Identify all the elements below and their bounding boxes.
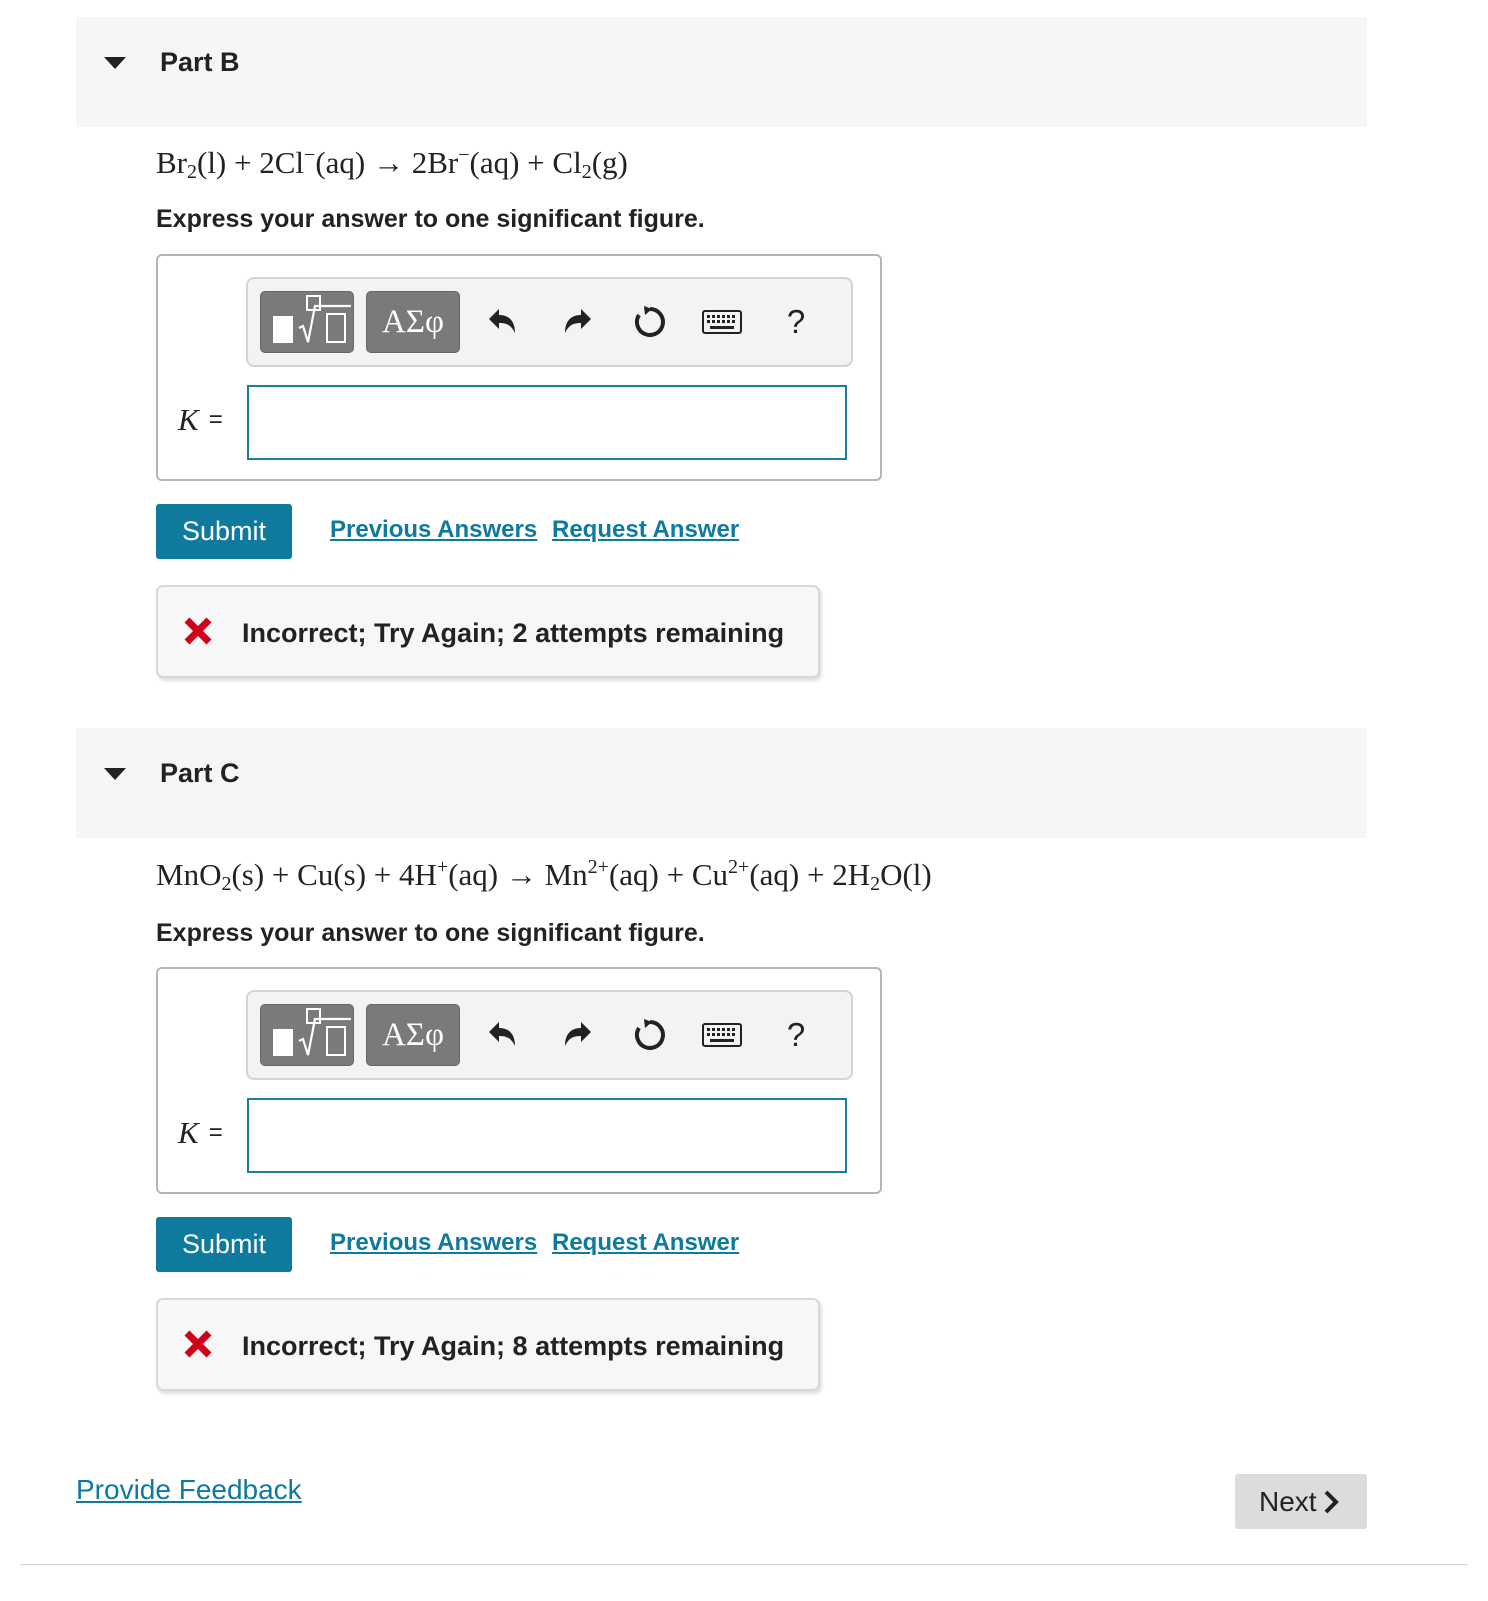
previous-answers-link[interactable]: Previous Answers xyxy=(330,516,537,544)
templates-icon xyxy=(273,1008,351,1056)
feedback-text: Incorrect; Try Again; 8 attempts remaini… xyxy=(242,1331,785,1361)
request-answer-link[interactable]: Request Answer xyxy=(552,1229,739,1257)
templates-button[interactable] xyxy=(260,1004,354,1066)
next-button[interactable]: Next xyxy=(1235,1474,1367,1529)
equals-sign: = xyxy=(208,1119,223,1146)
redo-icon[interactable] xyxy=(556,299,600,345)
incorrect-x-icon xyxy=(184,617,212,645)
greek-symbols-button[interactable]: ΑΣφ xyxy=(366,1004,460,1066)
part-title: Part C xyxy=(160,758,240,788)
part-b-header[interactable]: Part B xyxy=(76,17,1367,127)
equals-sign: = xyxy=(208,406,223,433)
templates-icon xyxy=(273,295,351,343)
part-title: Part B xyxy=(160,47,240,77)
reaction-equation: Br2(l) + 2Cl−(aq) → 2Br−(aq) + Cl2(g) xyxy=(156,144,628,183)
feedback-message: Incorrect; Try Again; 8 attempts remaini… xyxy=(156,1298,820,1391)
variable-k: K xyxy=(178,1115,199,1150)
keyboard-icon[interactable] xyxy=(700,299,744,345)
provide-feedback-link[interactable]: Provide Feedback xyxy=(76,1474,302,1506)
variable-k: K xyxy=(178,402,199,437)
feedback-message: Incorrect; Try Again; 2 attempts remaini… xyxy=(156,585,820,678)
collapse-caret-icon[interactable] xyxy=(104,768,126,780)
instruction-text: Express your answer to one significant f… xyxy=(156,205,705,233)
bottom-divider xyxy=(20,1564,1468,1565)
answer-label: K = xyxy=(178,402,223,438)
templates-button[interactable] xyxy=(260,291,354,353)
reset-icon[interactable] xyxy=(628,299,672,345)
instruction-text: Express your answer to one significant f… xyxy=(156,919,705,947)
answer-input[interactable] xyxy=(247,1098,847,1173)
help-button[interactable]: ? xyxy=(774,299,818,345)
redo-icon[interactable] xyxy=(556,1012,600,1058)
submit-button[interactable]: Submit xyxy=(156,1217,292,1272)
answer-input[interactable] xyxy=(247,385,847,460)
greek-symbols-button[interactable]: ΑΣφ xyxy=(366,291,460,353)
reaction-equation: MnO2(s) + Cu(s) + 4H+(aq) → Mn2+(aq) + C… xyxy=(156,856,932,895)
math-toolbar: ΑΣφ ? xyxy=(246,990,853,1080)
answer-box: ΑΣφ ? K = xyxy=(156,254,882,481)
undo-icon[interactable] xyxy=(480,299,524,345)
answer-box: ΑΣφ ? K = xyxy=(156,967,882,1194)
feedback-text: Incorrect; Try Again; 2 attempts remaini… xyxy=(242,618,785,648)
reset-icon[interactable] xyxy=(628,1012,672,1058)
math-toolbar: ΑΣφ ? xyxy=(246,277,853,367)
undo-icon[interactable] xyxy=(480,1012,524,1058)
request-answer-link[interactable]: Request Answer xyxy=(552,516,739,544)
answer-label: K = xyxy=(178,1115,223,1151)
previous-answers-link[interactable]: Previous Answers xyxy=(330,1229,537,1257)
chevron-right-icon xyxy=(1324,1490,1339,1514)
help-button[interactable]: ? xyxy=(774,1012,818,1058)
next-label: Next xyxy=(1259,1486,1317,1517)
part-c-header[interactable]: Part C xyxy=(76,728,1367,838)
submit-button[interactable]: Submit xyxy=(156,504,292,559)
incorrect-x-icon xyxy=(184,1330,212,1358)
collapse-caret-icon[interactable] xyxy=(104,57,126,69)
keyboard-icon[interactable] xyxy=(700,1012,744,1058)
